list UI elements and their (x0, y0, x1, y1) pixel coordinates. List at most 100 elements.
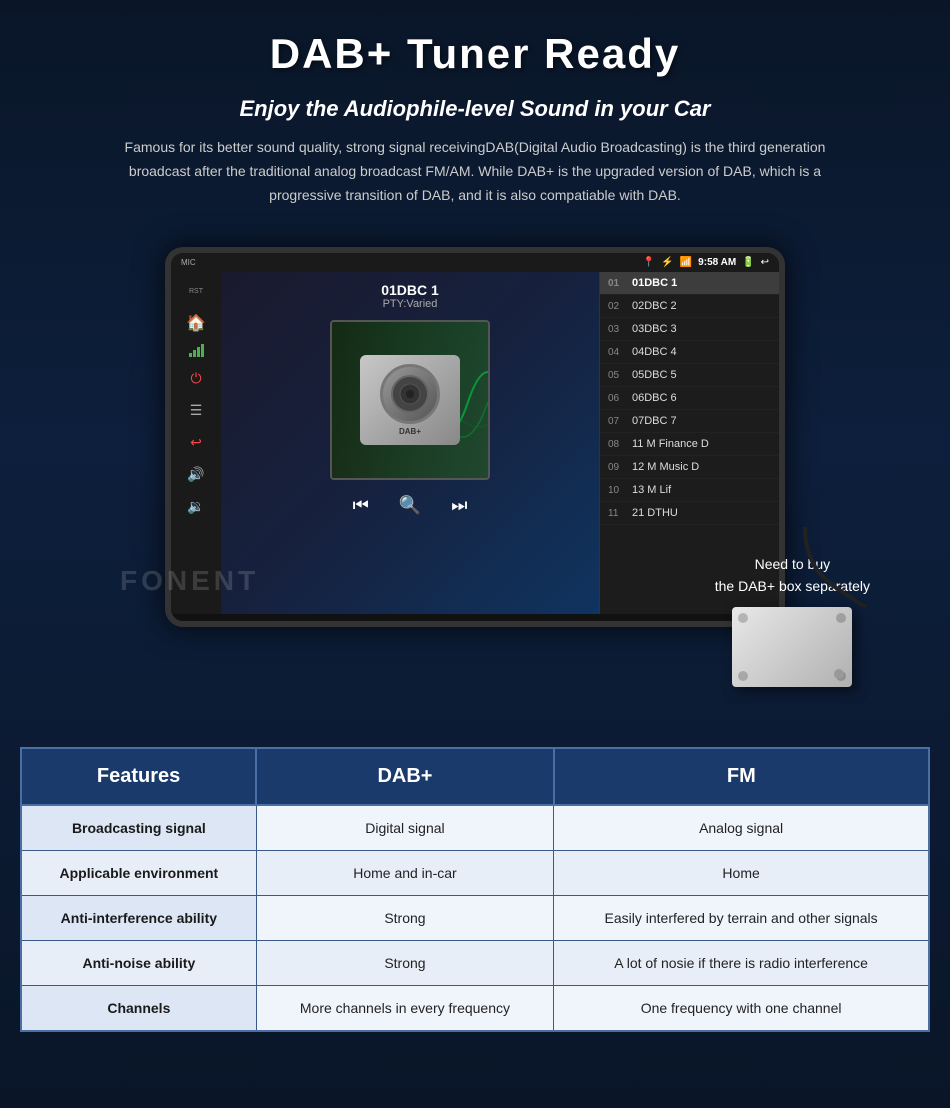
power-icon[interactable]: ⏻ (182, 367, 210, 389)
channel-name: 11 M Finance D (632, 438, 709, 450)
next-button[interactable]: ⏭ (451, 495, 467, 516)
status-time: 9:58 AM (698, 257, 736, 268)
rst-icon: RST (182, 280, 210, 302)
menu-icon-1[interactable]: ☰ (182, 399, 210, 421)
table-row: Applicable environment Home and in-car H… (21, 851, 929, 896)
dab-box-screw-2 (836, 613, 846, 623)
row1-dab: Digital signal (256, 805, 554, 851)
channel-name: 03DBC 3 (632, 323, 677, 335)
channel-name: 07DBC 7 (632, 415, 677, 427)
comparison-table: Features DAB+ FM Broadcasting signal Dig… (20, 747, 930, 1032)
vol-up-icon[interactable]: 🔊 (182, 463, 210, 485)
channel-name: 12 M Music D (632, 461, 699, 473)
dab-box-screw-3 (738, 613, 748, 623)
main-title: DAB+ Tuner Ready (40, 30, 910, 78)
row5-feature: Channels (21, 986, 256, 1032)
row4-dab: Strong (256, 941, 554, 986)
row5-fm: One frequency with one channel (554, 986, 929, 1032)
channel-name: 05DBC 5 (632, 369, 677, 381)
row1-fm: Analog signal (554, 805, 929, 851)
header-features: Features (21, 748, 256, 805)
track-pty: PTY:Varied (381, 298, 439, 310)
usb-cable-svg (745, 527, 895, 607)
vol-down-icon[interactable]: 🔉 (182, 495, 210, 517)
screen-section: MIC 📍 ⚡ 📶 9:58 AM 🔋 ↩ RS (0, 227, 950, 637)
channel-num: 01 (608, 278, 626, 289)
track-info: 01DBC 1 PTY:Varied (381, 272, 439, 315)
header-dab: DAB+ (256, 748, 554, 805)
channel-num: 03 (608, 324, 626, 335)
radio-speaker (380, 364, 440, 424)
row2-feature: Applicable environment (21, 851, 256, 896)
header-section: DAB+ Tuner Ready Enjoy the Audiophile-le… (0, 0, 950, 227)
row2-fm: Home (554, 851, 929, 896)
sub-title: Enjoy the Audiophile-level Sound in your… (40, 96, 910, 122)
signal-strength (189, 344, 204, 357)
row3-feature: Anti-interference ability (21, 896, 256, 941)
album-art-area: DAB+ (330, 320, 490, 480)
radio-device: DAB+ (360, 355, 460, 445)
dab-box-screw-4 (738, 671, 748, 681)
row4-feature: Anti-noise ability (21, 941, 256, 986)
row1-feature: Broadcasting signal (21, 805, 256, 851)
channel-item[interactable]: 08 11 M Finance D (600, 433, 779, 456)
status-right: 📍 ⚡ 📶 9:58 AM 🔋 ↩ (643, 257, 769, 268)
screen-sidebar: RST 🏠 ⏻ ☰ ↩ 🔊 🔉 (171, 272, 221, 614)
channel-item[interactable]: 06 06DBC 6 (600, 387, 779, 410)
channel-item[interactable]: 04 04DBC 4 (600, 341, 779, 364)
fonent-watermark: FONENT (120, 565, 259, 597)
search-button[interactable]: 🔍 (399, 495, 421, 516)
player-area: 01DBC 1 PTY:Varied (221, 272, 599, 614)
row3-dab: Strong (256, 896, 554, 941)
row3-fm: Easily interfered by terrain and other s… (554, 896, 929, 941)
channel-num: 11 (608, 508, 626, 519)
channel-num: 05 (608, 370, 626, 381)
mic-label: MIC (181, 258, 196, 267)
location-icon: 📍 (643, 257, 655, 268)
channel-item[interactable]: 07 07DBC 7 (600, 410, 779, 433)
channel-item[interactable]: 09 12 M Music D (600, 456, 779, 479)
table-section: Features DAB+ FM Broadcasting signal Dig… (20, 747, 930, 1032)
channel-item[interactable]: 01 01DBC 1 (600, 272, 779, 295)
channel-item[interactable]: 02 02DBC 2 (600, 295, 779, 318)
bluetooth-icon: ⚡ (661, 257, 673, 268)
status-left: MIC (181, 258, 196, 267)
channel-item[interactable]: 11 21 DTHU (600, 502, 779, 525)
channel-num: 10 (608, 485, 626, 496)
channel-num: 09 (608, 462, 626, 473)
signal-icon: 📶 (680, 257, 692, 268)
rst-label: RST (189, 288, 203, 295)
channel-num: 08 (608, 439, 626, 450)
home-icon[interactable]: 🏠 (182, 312, 210, 334)
table-row: Anti-noise ability Strong A lot of nosie… (21, 941, 929, 986)
channel-num: 07 (608, 416, 626, 427)
table-row: Broadcasting signal Digital signal Analo… (21, 805, 929, 851)
track-name: 01DBC 1 (381, 282, 439, 298)
status-bar: MIC 📍 ⚡ 📶 9:58 AM 🔋 ↩ (171, 253, 779, 272)
back-nav-icon[interactable]: ↩ (182, 431, 210, 453)
channel-num: 02 (608, 301, 626, 312)
dab-box-area: Need to buy the DAB+ box separately (715, 553, 870, 688)
channel-name: 01DBC 1 (632, 277, 677, 289)
player-controls: ⏮ 🔍 ⏭ (353, 485, 468, 526)
table-row: Channels More channels in every frequenc… (21, 986, 929, 1032)
channel-item[interactable]: 05 05DBC 5 (600, 364, 779, 387)
channel-name: 13 M Lif (632, 484, 671, 496)
radio-label: DAB+ (399, 427, 421, 436)
channel-name: 21 DTHU (632, 507, 678, 519)
table-row: Anti-interference ability Strong Easily … (21, 896, 929, 941)
album-art: DAB+ (330, 320, 490, 480)
channel-item[interactable]: 03 03DBC 3 (600, 318, 779, 341)
prev-button[interactable]: ⏮ (353, 495, 369, 516)
channel-name: 02DBC 2 (632, 300, 677, 312)
channel-name: 06DBC 6 (632, 392, 677, 404)
screen-content: RST 🏠 ⏻ ☰ ↩ 🔊 🔉 (171, 272, 779, 614)
description-text: Famous for its better sound quality, str… (115, 136, 835, 207)
channel-num: 06 (608, 393, 626, 404)
dab-box-screw (836, 671, 846, 681)
row2-dab: Home and in-car (256, 851, 554, 896)
channel-name: 04DBC 4 (632, 346, 677, 358)
dab-box (732, 607, 852, 687)
header-fm: FM (554, 748, 929, 805)
channel-item[interactable]: 10 13 M Lif (600, 479, 779, 502)
